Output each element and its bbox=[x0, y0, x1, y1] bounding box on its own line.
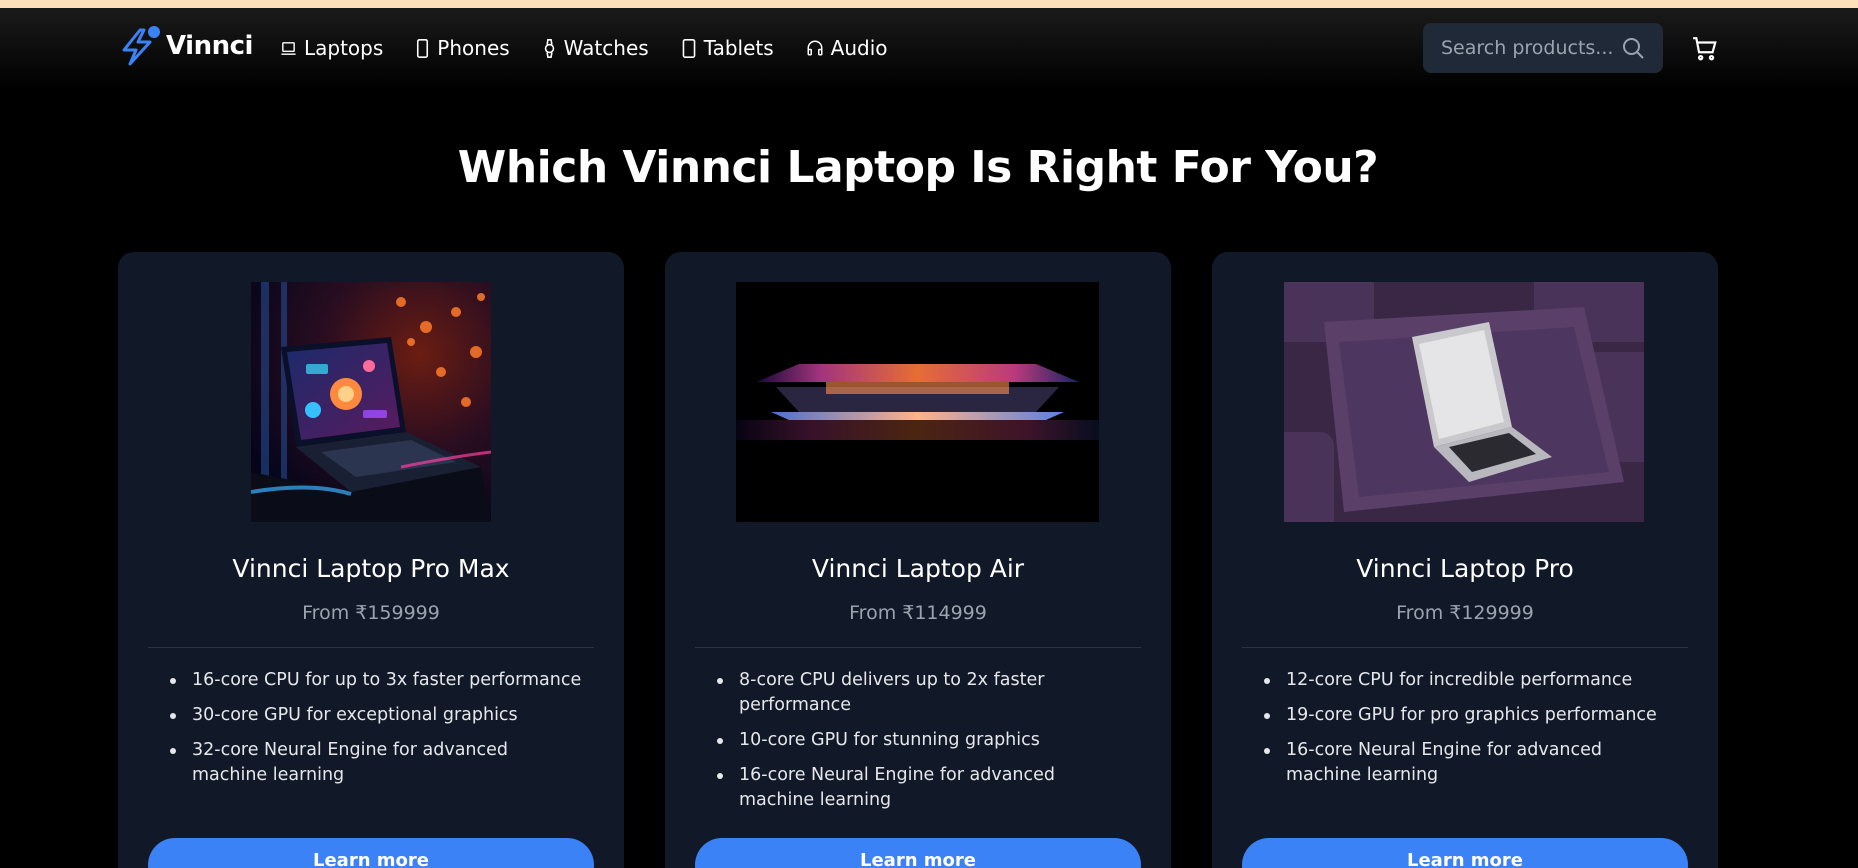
nav-link-laptops[interactable]: Laptops bbox=[280, 36, 383, 60]
nav-link-label: Tablets bbox=[703, 36, 774, 60]
primary-nav: Laptops Phones Watches Tablets Audio bbox=[280, 36, 920, 60]
feature-item: 30-core GPU for exceptional graphics bbox=[168, 703, 588, 728]
feature-item: 12-core CPU for incredible performance bbox=[1262, 668, 1682, 693]
nav-link-watches[interactable]: Watches bbox=[542, 36, 649, 60]
learn-more-button[interactable]: Learn more bbox=[1242, 838, 1688, 868]
feature-list: 12-core CPU for incredible performance 1… bbox=[1262, 668, 1682, 798]
product-image-pro-max bbox=[251, 282, 491, 522]
feature-item: 32-core Neural Engine for advanced machi… bbox=[168, 738, 588, 788]
product-card-air: Vinnci Laptop Air From ₹114999 8-core CP… bbox=[665, 252, 1171, 868]
product-card-pro-max: Vinnci Laptop Pro Max From ₹159999 16-co… bbox=[118, 252, 624, 868]
cart-icon[interactable] bbox=[1692, 36, 1718, 66]
card-divider bbox=[1242, 647, 1688, 648]
feature-item: 16-core Neural Engine for advanced machi… bbox=[715, 763, 1135, 813]
feature-item: 19-core GPU for pro graphics performance bbox=[1262, 703, 1682, 728]
product-card-pro: Vinnci Laptop Pro From ₹129999 12-core C… bbox=[1212, 252, 1718, 868]
product-name: Vinnci Laptop Air bbox=[811, 554, 1025, 583]
nav-link-audio[interactable]: Audio bbox=[806, 36, 888, 60]
product-price: From ₹159999 bbox=[302, 602, 440, 624]
product-price: From ₹114999 bbox=[849, 602, 987, 624]
tablet-icon bbox=[682, 38, 696, 58]
page-title: Which Vinnci Laptop Is Right For You? bbox=[457, 142, 1379, 193]
nav-link-label: Laptops bbox=[304, 36, 384, 60]
feature-item: 8-core CPU delivers up to 2x faster perf… bbox=[715, 668, 1135, 718]
feature-item: 16-core Neural Engine for advanced machi… bbox=[1262, 738, 1682, 788]
phone-icon bbox=[417, 38, 429, 58]
feature-item: 16-core CPU for up to 3x faster performa… bbox=[168, 668, 588, 693]
card-divider bbox=[148, 647, 594, 648]
lightning-logo-icon bbox=[118, 24, 162, 68]
search-icon[interactable] bbox=[1621, 36, 1645, 60]
learn-more-button[interactable]: Learn more bbox=[148, 838, 594, 868]
navbar: Vinnci Laptops Phones Watches Tablets Au… bbox=[0, 8, 1858, 90]
headphones-icon bbox=[807, 40, 823, 56]
product-image-pro bbox=[1284, 282, 1644, 522]
watch-icon bbox=[544, 38, 554, 58]
brand[interactable]: Vinnci bbox=[118, 24, 253, 68]
search-input[interactable]: Search products... bbox=[1423, 23, 1663, 73]
laptop-icon bbox=[281, 41, 296, 55]
feature-item: 10-core GPU for stunning graphics bbox=[715, 728, 1135, 753]
top-banner-strip bbox=[0, 0, 1858, 8]
nav-link-tablets[interactable]: Tablets bbox=[681, 36, 774, 60]
brand-name: Vinnci bbox=[166, 31, 253, 61]
nav-link-label: Watches bbox=[563, 36, 649, 60]
nav-link-phones[interactable]: Phones bbox=[415, 36, 510, 60]
product-name: Vinnci Laptop Pro Max bbox=[232, 554, 510, 583]
card-divider bbox=[695, 647, 1141, 648]
feature-list: 8-core CPU delivers up to 2x faster perf… bbox=[715, 668, 1135, 823]
learn-more-button[interactable]: Learn more bbox=[695, 838, 1141, 868]
search-placeholder: Search products... bbox=[1441, 37, 1614, 59]
product-image-air bbox=[736, 282, 1099, 522]
nav-link-label: Audio bbox=[830, 36, 888, 60]
product-name: Vinnci Laptop Pro bbox=[1356, 554, 1574, 583]
nav-link-label: Phones bbox=[437, 36, 510, 60]
feature-list: 16-core CPU for up to 3x faster performa… bbox=[168, 668, 588, 798]
product-price: From ₹129999 bbox=[1396, 602, 1534, 624]
